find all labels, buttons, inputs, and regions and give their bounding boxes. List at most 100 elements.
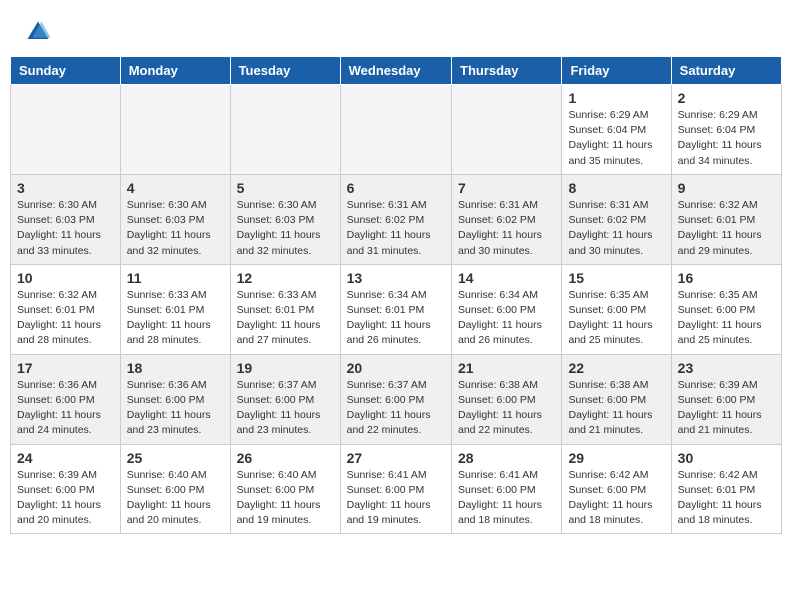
day-number: 8 — [568, 180, 664, 196]
day-number: 10 — [17, 270, 114, 286]
day-info: Sunrise: 6:36 AM Sunset: 6:00 PM Dayligh… — [127, 378, 224, 439]
week-row-4: 17 Sunrise: 6:36 AM Sunset: 6:00 PM Dayli… — [11, 354, 782, 444]
day-number: 26 — [237, 450, 334, 466]
day-number: 12 — [237, 270, 334, 286]
day-number: 19 — [237, 360, 334, 376]
day-cell: 16 Sunrise: 6:35 AM Sunset: 6:00 PM Dayli… — [671, 264, 781, 354]
day-number: 20 — [347, 360, 445, 376]
calendar-header-row: SundayMondayTuesdayWednesdayThursdayFrid… — [11, 57, 782, 85]
day-number: 24 — [17, 450, 114, 466]
day-number: 2 — [678, 90, 775, 106]
day-info: Sunrise: 6:30 AM Sunset: 6:03 PM Dayligh… — [237, 198, 334, 259]
day-info: Sunrise: 6:31 AM Sunset: 6:02 PM Dayligh… — [347, 198, 445, 259]
day-cell: 28 Sunrise: 6:41 AM Sunset: 6:00 PM Dayli… — [452, 444, 562, 534]
day-info: Sunrise: 6:29 AM Sunset: 6:04 PM Dayligh… — [678, 108, 775, 169]
day-cell: 2 Sunrise: 6:29 AM Sunset: 6:04 PM Daylig… — [671, 85, 781, 175]
day-cell — [230, 85, 340, 175]
day-cell: 24 Sunrise: 6:39 AM Sunset: 6:00 PM Dayli… — [11, 444, 121, 534]
day-cell: 11 Sunrise: 6:33 AM Sunset: 6:01 PM Dayli… — [120, 264, 230, 354]
day-info: Sunrise: 6:30 AM Sunset: 6:03 PM Dayligh… — [127, 198, 224, 259]
calendar-table: SundayMondayTuesdayWednesdayThursdayFrid… — [10, 56, 782, 534]
day-number: 27 — [347, 450, 445, 466]
day-cell: 18 Sunrise: 6:36 AM Sunset: 6:00 PM Dayli… — [120, 354, 230, 444]
day-cell: 20Sunrise: 6:37 AM Sunset: 6:00 PM Dayli… — [340, 354, 451, 444]
day-number: 21 — [458, 360, 555, 376]
day-number: 28 — [458, 450, 555, 466]
day-info: Sunrise: 6:41 AM Sunset: 6:00 PM Dayligh… — [347, 468, 445, 529]
day-number: 15 — [568, 270, 664, 286]
day-info: Sunrise: 6:34 AM Sunset: 6:01 PM Dayligh… — [347, 288, 445, 349]
day-cell: 25 Sunrise: 6:40 AM Sunset: 6:00 PM Dayli… — [120, 444, 230, 534]
day-cell: 3 Sunrise: 6:30 AM Sunset: 6:03 PM Daylig… — [11, 174, 121, 264]
day-cell — [452, 85, 562, 175]
day-info: Sunrise: 6:33 AM Sunset: 6:01 PM Dayligh… — [127, 288, 224, 349]
day-cell: 6 Sunrise: 6:31 AM Sunset: 6:02 PM Daylig… — [340, 174, 451, 264]
day-info: Sunrise: 6:38 AM Sunset: 6:00 PM Dayligh… — [568, 378, 664, 439]
day-cell: 5 Sunrise: 6:30 AM Sunset: 6:03 PM Daylig… — [230, 174, 340, 264]
day-info: Sunrise: 6:38 AM Sunset: 6:00 PM Dayligh… — [458, 378, 555, 439]
week-row-2: 3 Sunrise: 6:30 AM Sunset: 6:03 PM Daylig… — [11, 174, 782, 264]
day-info: Sunrise: 6:42 AM Sunset: 6:00 PM Dayligh… — [568, 468, 664, 529]
day-number: 18 — [127, 360, 224, 376]
day-number: 17 — [17, 360, 114, 376]
day-number: 5 — [237, 180, 334, 196]
day-info: Sunrise: 6:34 AM Sunset: 6:00 PM Dayligh… — [458, 288, 555, 349]
day-cell: 19 Sunrise: 6:37 AM Sunset: 6:00 PM Dayli… — [230, 354, 340, 444]
day-header-saturday: Saturday — [671, 57, 781, 85]
day-header-wednesday: Wednesday — [340, 57, 451, 85]
day-number: 13 — [347, 270, 445, 286]
day-cell: 7 Sunrise: 6:31 AM Sunset: 6:02 PM Daylig… — [452, 174, 562, 264]
day-info: Sunrise: 6:36 AM Sunset: 6:00 PM Dayligh… — [17, 378, 114, 439]
day-info: Sunrise: 6:35 AM Sunset: 6:00 PM Dayligh… — [678, 288, 775, 349]
day-cell: 23 Sunrise: 6:39 AM Sunset: 6:00 PM Dayli… — [671, 354, 781, 444]
day-number: 6 — [347, 180, 445, 196]
day-number: 3 — [17, 180, 114, 196]
day-info: Sunrise: 6:33 AM Sunset: 6:01 PM Dayligh… — [237, 288, 334, 349]
day-cell: 10Sunrise: 6:32 AM Sunset: 6:01 PM Dayli… — [11, 264, 121, 354]
day-cell: 30 Sunrise: 6:42 AM Sunset: 6:01 PM Dayli… — [671, 444, 781, 534]
day-info: Sunrise: 6:31 AM Sunset: 6:02 PM Dayligh… — [568, 198, 664, 259]
logo — [24, 18, 56, 46]
day-cell: 14 Sunrise: 6:34 AM Sunset: 6:00 PM Dayli… — [452, 264, 562, 354]
day-cell: 1 Sunrise: 6:29 AM Sunset: 6:04 PM Daylig… — [562, 85, 671, 175]
day-number: 29 — [568, 450, 664, 466]
week-row-5: 24 Sunrise: 6:39 AM Sunset: 6:00 PM Dayli… — [11, 444, 782, 534]
day-cell — [120, 85, 230, 175]
day-cell: 27 Sunrise: 6:41 AM Sunset: 6:00 PM Dayli… — [340, 444, 451, 534]
day-number: 11 — [127, 270, 224, 286]
day-cell: 22 Sunrise: 6:38 AM Sunset: 6:00 PM Dayli… — [562, 354, 671, 444]
day-header-friday: Friday — [562, 57, 671, 85]
day-number: 1 — [568, 90, 664, 106]
day-number: 9 — [678, 180, 775, 196]
day-number: 22 — [568, 360, 664, 376]
calendar-wrapper: SundayMondayTuesdayWednesdayThursdayFrid… — [0, 56, 792, 544]
day-number: 7 — [458, 180, 555, 196]
day-header-monday: Monday — [120, 57, 230, 85]
day-number: 23 — [678, 360, 775, 376]
week-row-1: 1 Sunrise: 6:29 AM Sunset: 6:04 PM Daylig… — [11, 85, 782, 175]
day-info: Sunrise: 6:31 AM Sunset: 6:02 PM Dayligh… — [458, 198, 555, 259]
day-header-thursday: Thursday — [452, 57, 562, 85]
day-number: 25 — [127, 450, 224, 466]
day-info: Sunrise: 6:40 AM Sunset: 6:00 PM Dayligh… — [127, 468, 224, 529]
day-info: Sunrise: 6:42 AM Sunset: 6:01 PM Dayligh… — [678, 468, 775, 529]
day-number: 16 — [678, 270, 775, 286]
day-cell: 12 Sunrise: 6:33 AM Sunset: 6:01 PM Dayli… — [230, 264, 340, 354]
day-info: Sunrise: 6:39 AM Sunset: 6:00 PM Dayligh… — [678, 378, 775, 439]
day-info: Sunrise: 6:30 AM Sunset: 6:03 PM Dayligh… — [17, 198, 114, 259]
day-info: Sunrise: 6:39 AM Sunset: 6:00 PM Dayligh… — [17, 468, 114, 529]
day-cell: 8 Sunrise: 6:31 AM Sunset: 6:02 PM Daylig… — [562, 174, 671, 264]
day-number: 14 — [458, 270, 555, 286]
day-info: Sunrise: 6:29 AM Sunset: 6:04 PM Dayligh… — [568, 108, 664, 169]
day-info: Sunrise: 6:41 AM Sunset: 6:00 PM Dayligh… — [458, 468, 555, 529]
day-number: 30 — [678, 450, 775, 466]
day-cell: 26Sunrise: 6:40 AM Sunset: 6:00 PM Dayli… — [230, 444, 340, 534]
day-cell: 15Sunrise: 6:35 AM Sunset: 6:00 PM Dayli… — [562, 264, 671, 354]
day-number: 4 — [127, 180, 224, 196]
day-header-sunday: Sunday — [11, 57, 121, 85]
day-info: Sunrise: 6:32 AM Sunset: 6:01 PM Dayligh… — [678, 198, 775, 259]
day-cell: 9 Sunrise: 6:32 AM Sunset: 6:01 PM Daylig… — [671, 174, 781, 264]
day-cell: 13 Sunrise: 6:34 AM Sunset: 6:01 PM Dayli… — [340, 264, 451, 354]
page-header — [0, 0, 792, 56]
day-info: Sunrise: 6:37 AM Sunset: 6:00 PM Dayligh… — [237, 378, 334, 439]
